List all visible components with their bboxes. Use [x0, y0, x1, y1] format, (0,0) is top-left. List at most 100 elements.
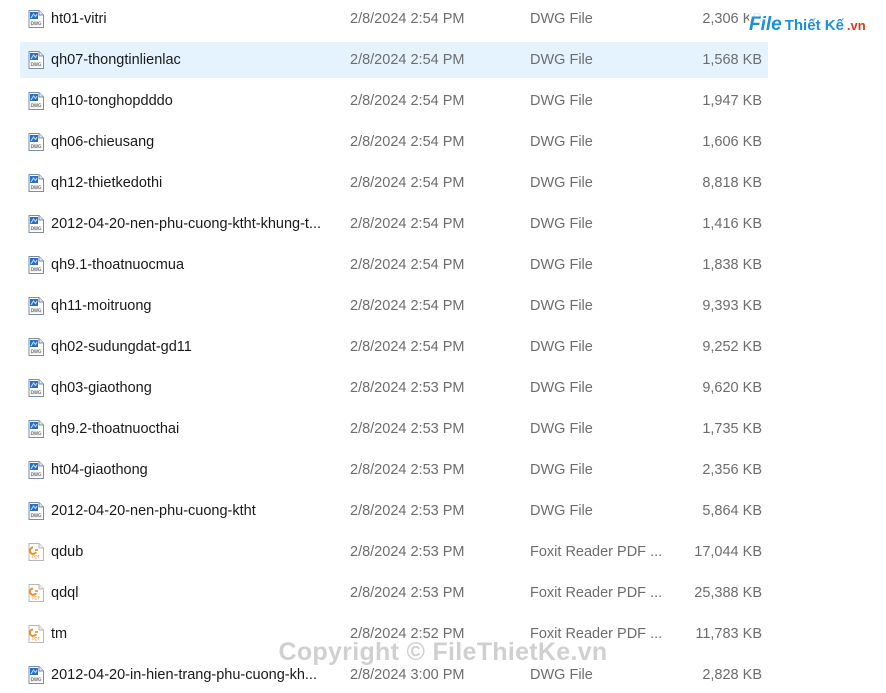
file-name: qh9.2-thoatnuocthai	[51, 421, 180, 437]
file-name: ht04-giaothong	[51, 462, 148, 478]
file-row[interactable]: DWG ht04-giaothong 2/8/2024 2:53 PM DWG Fil…	[20, 452, 768, 488]
dwg-file-icon: DWG	[28, 256, 44, 274]
file-type: Foxit Reader PDF ...	[530, 585, 663, 601]
file-type: DWG File	[530, 52, 593, 68]
file-date-modified: 2/8/2024 2:53 PM	[350, 503, 465, 519]
file-size: 2,356 KB	[702, 462, 762, 478]
file-type: DWG File	[530, 339, 593, 355]
file-size: 1,735 KB	[702, 421, 762, 437]
file-size: 9,393 KB	[702, 298, 762, 314]
file-row[interactable]: DWG qh03-giaothong 2/8/2024 2:53 PM DWG Fil…	[20, 370, 768, 406]
dwg-file-icon: DWG	[28, 215, 44, 233]
file-date-modified: 2/8/2024 2:54 PM	[350, 134, 465, 150]
file-date-modified: 2/8/2024 2:53 PM	[350, 380, 465, 396]
file-size: 1,606 KB	[702, 134, 762, 150]
dwg-file-icon: DWG	[28, 174, 44, 192]
file-name: 2012-04-20-nen-phu-cuong-ktht-khung-t...	[51, 216, 322, 232]
file-type: DWG File	[530, 134, 593, 150]
file-row[interactable]: DWG qh07-thongtinlienlac 2/8/2024 2:54 PM D…	[20, 42, 768, 78]
file-name: qh02-sudungdat-gd11	[51, 339, 192, 355]
file-date-modified: 2/8/2024 2:54 PM	[350, 52, 465, 68]
copyright-watermark: Copyright © FileThietKe.vn	[278, 638, 608, 666]
file-size: 1,838 KB	[702, 257, 762, 273]
pdf-file-icon: PDF	[28, 584, 44, 602]
file-name: ht01-vitri	[51, 11, 107, 27]
svg-text:DWG: DWG	[31, 226, 41, 231]
file-size: 25,388 KB	[694, 585, 762, 601]
svg-text:DWG: DWG	[31, 267, 41, 272]
file-row[interactable]: DWG qh9.1-thoatnuocmua 2/8/2024 2:54 PM DWG…	[20, 247, 768, 283]
file-name: qh03-giaothong	[51, 380, 152, 396]
file-name: qh11-moitruong	[51, 298, 152, 314]
file-name: qh06-chieusang	[51, 134, 155, 150]
dwg-file-icon: DWG	[28, 502, 44, 520]
file-date-modified: 2/8/2024 2:54 PM	[350, 298, 465, 314]
dwg-file-icon: DWG	[28, 10, 44, 28]
file-type: DWG File	[530, 503, 593, 519]
svg-text:DWG: DWG	[31, 185, 41, 190]
svg-text:DWG: DWG	[31, 513, 41, 518]
svg-text:DWG: DWG	[31, 349, 41, 354]
file-name: qh10-tonghopdddo	[51, 93, 173, 109]
file-size: 2,306 KB	[702, 11, 762, 27]
dwg-file-icon: DWG	[28, 297, 44, 315]
file-type: DWG File	[530, 421, 593, 437]
dwg-file-icon: DWG	[28, 420, 44, 438]
file-type: Foxit Reader PDF ...	[530, 544, 663, 560]
file-date-modified: 2/8/2024 2:54 PM	[350, 11, 465, 27]
svg-text:DWG: DWG	[31, 21, 41, 26]
file-row[interactable]: DWG qh11-moitruong 2/8/2024 2:54 PM DWG Fil…	[20, 288, 768, 324]
file-size: 8,818 KB	[702, 175, 762, 191]
file-type: DWG File	[530, 11, 593, 27]
file-date-modified: 2/8/2024 2:53 PM	[350, 462, 465, 478]
svg-text:DWG: DWG	[31, 62, 41, 67]
file-row[interactable]: DWG ht01-vitri 2/8/2024 2:54 PM DWG File 2,3…	[20, 1, 768, 37]
dwg-file-icon: DWG	[28, 51, 44, 69]
file-date-modified: 2/8/2024 2:53 PM	[350, 421, 465, 437]
dwg-file-icon: DWG	[28, 133, 44, 151]
file-name: qdub	[51, 544, 84, 560]
file-size: 5,864 KB	[702, 503, 762, 519]
svg-text:PDF: PDF	[32, 596, 40, 601]
file-date-modified: 2/8/2024 2:54 PM	[350, 257, 465, 273]
file-name: qh9.1-thoatnuocmua	[51, 257, 185, 273]
dwg-file-icon: DWG	[28, 379, 44, 397]
file-date-modified: 2/8/2024 2:54 PM	[350, 175, 465, 191]
file-row[interactable]: PDF qdub 2/8/2024 2:53 PM Foxit Reader PDF …	[20, 534, 768, 570]
file-name: 2012-04-20-nen-phu-cuong-ktht	[51, 503, 256, 519]
file-row[interactable]: DWG qh06-chieusang 2/8/2024 2:54 PM DWG Fil…	[20, 124, 768, 160]
file-type: DWG File	[530, 298, 593, 314]
file-type: DWG File	[530, 175, 593, 191]
dwg-file-icon: DWG	[28, 92, 44, 110]
svg-text:DWG: DWG	[31, 308, 41, 313]
file-date-modified: 2/8/2024 2:54 PM	[350, 339, 465, 355]
svg-text:PDF: PDF	[32, 555, 40, 560]
file-row[interactable]: DWG qh12-thietkedothi 2/8/2024 2:54 PM DWG …	[20, 165, 768, 201]
file-date-modified: 2/8/2024 2:54 PM	[350, 216, 465, 232]
file-size: 9,252 KB	[702, 339, 762, 355]
file-name: qh07-thongtinlienlac	[51, 52, 181, 68]
svg-text:DWG: DWG	[31, 390, 41, 395]
svg-text:DWG: DWG	[31, 472, 41, 477]
file-row[interactable]: DWG qh02-sudungdat-gd11 2/8/2024 2:54 PM DW…	[20, 329, 768, 365]
logo-file-text: File	[749, 14, 782, 35]
dwg-file-icon: DWG	[28, 461, 44, 479]
filethietke-logo: File Thiết Kế .vn	[749, 12, 870, 38]
svg-text:DWG: DWG	[31, 103, 41, 108]
file-name: qdql	[51, 585, 79, 601]
file-size: 1,416 KB	[702, 216, 762, 232]
file-row[interactable]: PDF qdql 2/8/2024 2:53 PM Foxit Reader PDF …	[20, 575, 768, 611]
file-type: DWG File	[530, 257, 593, 273]
dwg-file-icon: DWG	[28, 338, 44, 356]
svg-text:DWG: DWG	[31, 677, 41, 682]
file-row[interactable]: DWG 2012-04-20-nen-phu-cuong-ktht 2/8/2024…	[20, 493, 768, 529]
pdf-file-icon: PDF	[28, 543, 44, 561]
file-row[interactable]: DWG qh9.2-thoatnuocthai 2/8/2024 2:53 PM DW…	[20, 411, 768, 447]
file-row[interactable]: DWG 2012-04-20-nen-phu-cuong-ktht-khung-t…	[20, 206, 768, 242]
file-size: 17,044 KB	[694, 544, 762, 560]
file-row[interactable]: DWG qh10-tonghopdddo 2/8/2024 2:54 PM DWG F…	[20, 83, 768, 119]
file-size: 1,947 KB	[702, 93, 762, 109]
svg-text:DWG: DWG	[31, 431, 41, 436]
file-name: qh12-thietkedothi	[51, 175, 163, 191]
svg-text:DWG: DWG	[31, 144, 41, 149]
